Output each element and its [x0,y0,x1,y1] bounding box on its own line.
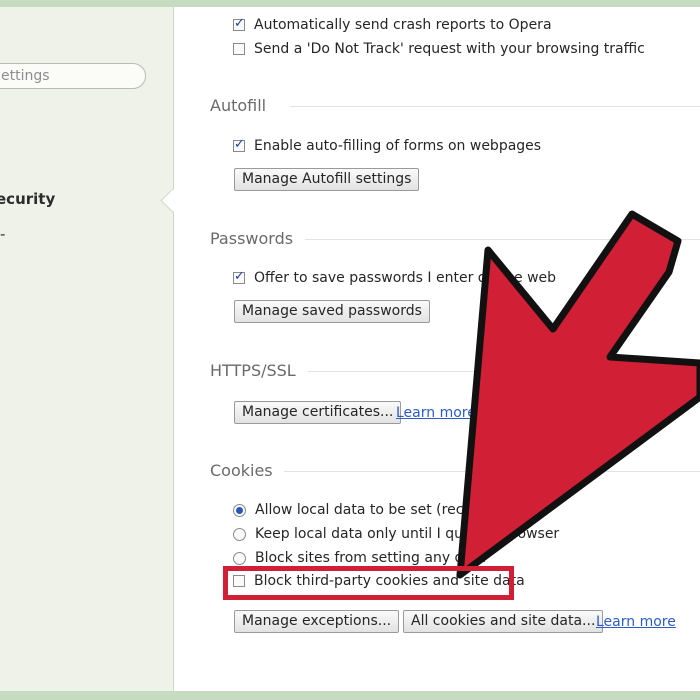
highlight-box [223,566,514,600]
cookie-block-radio[interactable] [233,551,246,565]
do-not-track-label: Send a 'Do Not Track' request with your … [254,41,645,57]
autofill-enable-label: Enable auto-filling of forms on webpages [254,138,542,154]
do-not-track-row[interactable]: Send a 'Do Not Track' request with your … [233,41,645,57]
settings-window: ettings ecurity - Automatically send cra… [0,7,700,691]
manage-passwords-button[interactable]: Manage saved passwords [234,300,430,323]
cookie-allow-label: Allow local data to be set (recommended) [255,502,549,518]
manage-certificates-button[interactable]: Manage certificates... [234,401,402,424]
manage-autofill-button[interactable]: Manage Autofill settings [234,168,420,191]
cookie-keep-radio[interactable] [233,527,246,541]
cookie-option-block-all[interactable]: Block sites from setting any data [233,550,486,566]
settings-search-input[interactable]: ettings [0,63,146,89]
crash-reports-row[interactable]: Automatically send crash reports to Oper… [233,16,552,33]
crash-reports-label: Automatically send crash reports to Oper… [254,17,552,33]
cookie-allow-radio[interactable] [233,503,246,517]
https-section-title: HTTPS/SSL [210,361,296,380]
sidebar-item-partial[interactable]: - [0,225,5,243]
passwords-divider [305,239,700,240]
save-passwords-checkbox[interactable] [233,269,245,284]
autofill-enable-row[interactable]: Enable auto-filling of forms on webpages [233,137,542,154]
all-cookies-button[interactable]: All cookies and site data... [403,610,604,633]
passwords-section-title: Passwords [210,229,294,248]
sidebar-item-security[interactable]: ecurity [0,190,55,208]
crash-reports-checkbox[interactable] [233,16,245,31]
cookie-option-allow[interactable]: Allow local data to be set (recommended) [233,502,549,518]
do-not-track-checkbox[interactable] [233,43,245,55]
cookies-learn-more-link[interactable]: Learn more [596,614,676,630]
cookie-option-keep-until-quit[interactable]: Keep local data only until I quit my bro… [233,526,559,542]
manage-exceptions-button[interactable]: Manage exceptions... [234,610,400,633]
https-learn-more-link[interactable]: Learn more [396,405,476,421]
cookie-keep-label: Keep local data only until I quit my bro… [255,526,560,542]
save-passwords-row[interactable]: Offer to save passwords I enter on the w… [233,269,557,286]
cookies-section-title: Cookies [210,461,273,480]
cookies-divider [284,471,700,472]
https-divider [308,371,700,372]
autofill-section-title: Autofill [210,96,267,115]
settings-sidebar: ettings ecurity - [0,7,174,691]
search-placeholder: ettings [1,68,50,84]
red-arrow-shape [456,210,700,579]
autofill-divider [290,106,700,107]
save-passwords-label: Offer to save passwords I enter on the w… [254,270,557,286]
cookie-block-label: Block sites from setting any data [255,550,487,566]
autofill-enable-checkbox[interactable] [233,137,245,152]
